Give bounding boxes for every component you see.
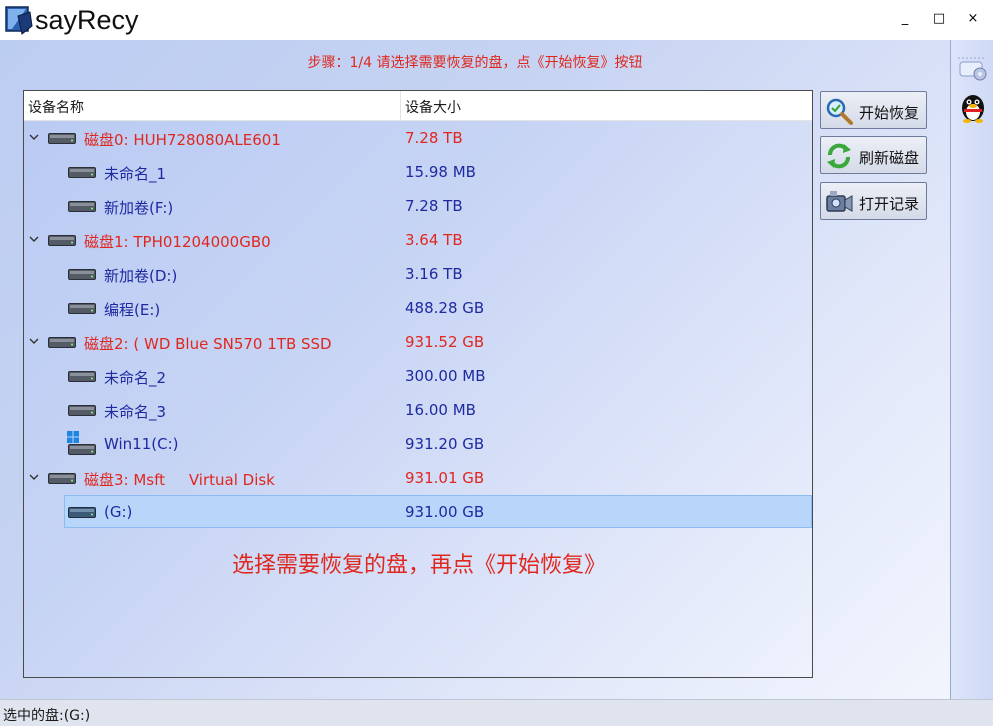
- partition-row[interactable]: 未命名_3 16.00 MB: [24, 393, 812, 427]
- drive-icon: [68, 303, 96, 314]
- partition-size: 16.00 MB: [405, 401, 476, 419]
- title-bar: sayRecy _ □ ×: [0, 0, 993, 40]
- disk-row[interactable]: 磁盘0: HUH728080ALE601 7.28 TB: [24, 121, 812, 155]
- disk-name: 磁盘3: Msft Virtual Disk: [84, 471, 275, 489]
- camera-icon: [826, 191, 853, 212]
- partition-row[interactable]: Win11(C:) 931.20 GB: [24, 427, 812, 461]
- drive-icon: [68, 507, 96, 518]
- partition-name: 未命名_1: [104, 165, 167, 183]
- disk-name: 磁盘0: HUH728080ALE601: [84, 131, 281, 149]
- disk-row[interactable]: 磁盘2: ( WD Blue SN570 1TB SSD 931.52 GB: [24, 325, 812, 359]
- partition-name: 新加卷(D:): [104, 267, 178, 285]
- disk-row[interactable]: 磁盘3: Msft Virtual Disk 931.01 GB: [24, 461, 812, 495]
- drive-icon: [68, 269, 96, 280]
- partition-size: 15.98 MB: [405, 163, 476, 181]
- column-separator[interactable]: [400, 91, 401, 121]
- disk-size: 931.52 GB: [405, 333, 485, 351]
- drive-icon: [68, 405, 96, 416]
- partition-name: 新加卷(F:): [104, 199, 174, 217]
- partition-name: (G:): [104, 503, 133, 521]
- partition-size: 931.20 GB: [405, 435, 485, 453]
- column-header-size[interactable]: 设备大小: [405, 97, 461, 117]
- disk-row[interactable]: 磁盘1: TPH01204000GB0 3.64 TB: [24, 223, 812, 257]
- hard-disk-icon: [48, 473, 76, 484]
- partition-row[interactable]: 新加卷(F:) 7.28 TB: [24, 189, 812, 223]
- hard-disk-icon: [48, 133, 76, 144]
- close-button[interactable]: ×: [958, 8, 988, 30]
- partition-name: 未命名_2: [104, 369, 167, 387]
- chevron-down-icon[interactable]: [28, 471, 40, 483]
- partition-size: 488.28 GB: [405, 299, 485, 317]
- partition-size: 3.16 TB: [405, 265, 463, 283]
- refresh-disks-button[interactable]: 刷新磁盘: [820, 136, 927, 174]
- refresh-disks-label: 刷新磁盘: [859, 149, 920, 167]
- list-header: 设备名称 设备大小: [24, 91, 812, 121]
- selected-disk-status: 选中的盘:(G:): [3, 708, 91, 724]
- partition-row[interactable]: 未命名_1 15.98 MB: [24, 155, 812, 189]
- chevron-down-icon[interactable]: [28, 233, 40, 245]
- start-recovery-button[interactable]: 开始恢复: [820, 91, 927, 129]
- main-panel: 步骤：1/4 请选择需要恢复的盘，点《开始恢复》按钮 设备名称 设备大小 磁盘0…: [0, 40, 950, 699]
- partition-size: 7.28 TB: [405, 197, 463, 215]
- disk-name: 磁盘1: TPH01204000GB0: [84, 233, 271, 251]
- disk-name: 磁盘2: ( WD Blue SN570 1TB SSD: [84, 335, 332, 353]
- open-log-button[interactable]: 打开记录: [820, 182, 927, 220]
- open-log-label: 打开记录: [859, 195, 920, 213]
- chevron-down-icon[interactable]: [28, 131, 40, 143]
- partition-row-selected[interactable]: (G:) 931.00 GB: [24, 495, 812, 529]
- disk-size: 3.64 TB: [405, 231, 463, 249]
- partition-row[interactable]: 未命名_2 300.00 MB: [24, 359, 812, 393]
- hint-text: 选择需要恢复的盘，再点《开始恢复》: [231, 553, 606, 578]
- partition-name: 未命名_3: [104, 403, 167, 421]
- chevron-down-icon[interactable]: [28, 335, 40, 347]
- drive-icon: [68, 371, 96, 382]
- app-logo-icon: [5, 6, 33, 35]
- minimize-button[interactable]: _: [890, 8, 920, 30]
- windows-logo-icon: [67, 431, 79, 443]
- hard-disk-icon: [48, 235, 76, 246]
- network-settings-icon[interactable]: [956, 50, 990, 84]
- partition-size: 931.00 GB: [405, 503, 485, 521]
- maximize-button[interactable]: □: [924, 8, 954, 30]
- right-side-panel: [950, 40, 993, 699]
- partition-row[interactable]: 新加卷(D:) 3.16 TB: [24, 257, 812, 291]
- partition-size: 300.00 MB: [405, 367, 486, 385]
- app-title: sayRecy: [35, 5, 139, 35]
- drive-icon: [68, 201, 96, 212]
- refresh-icon: [827, 143, 851, 169]
- partition-row[interactable]: 编程(E:) 488.28 GB: [24, 291, 812, 325]
- partition-name: 编程(E:): [104, 301, 161, 319]
- device-list[interactable]: 设备名称 设备大小 磁盘0: HUH728080ALE601 7.28 TB 未…: [23, 90, 813, 678]
- qq-penguin-icon[interactable]: [956, 90, 990, 124]
- start-recovery-label: 开始恢复: [859, 104, 920, 122]
- status-bar: 选中的盘:(G:): [0, 699, 993, 726]
- disk-size: 7.28 TB: [405, 129, 463, 147]
- hard-disk-icon: [48, 337, 76, 348]
- partition-name: Win11(C:): [104, 435, 179, 453]
- magnifier-icon: [826, 98, 853, 125]
- step-indicator: 步骤：1/4 请选择需要恢复的盘，点《开始恢复》按钮: [307, 55, 643, 71]
- drive-icon: [68, 444, 96, 455]
- drive-icon: [68, 167, 96, 178]
- disk-size: 931.01 GB: [405, 469, 485, 487]
- column-header-name[interactable]: 设备名称: [28, 97, 84, 117]
